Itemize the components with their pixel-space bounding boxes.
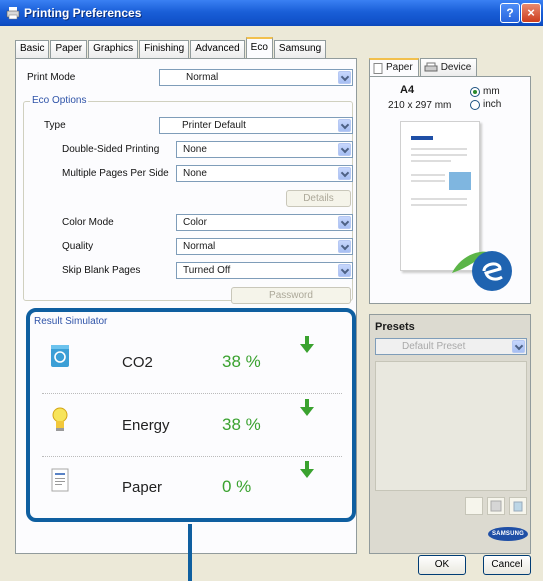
paper-dimensions: 210 x 297 mm (388, 100, 452, 111)
unit-mm-radio[interactable] (470, 87, 480, 97)
arrow-down-icon (300, 399, 314, 416)
tab-preview-device[interactable]: Device (419, 58, 478, 76)
paper-icon (373, 62, 383, 74)
paper-preview-panel: A4 210 x 297 mm mm inch (369, 76, 531, 304)
preview-tab-strip: Paper Device (369, 58, 478, 76)
unit-inch-radio[interactable] (470, 100, 480, 110)
printing-preferences-window: Printing Preferences ? × Basic Paper Gra… (0, 0, 543, 581)
color-mode-select[interactable]: Color (176, 214, 353, 231)
skip-blank-value: Turned Off (183, 265, 231, 276)
tab-eco[interactable]: Eco (245, 37, 273, 58)
paper-size: A4 (400, 84, 415, 96)
tab-preview-device-label: Device (440, 61, 472, 73)
skip-blank-label: Skip Blank Pages (62, 265, 141, 276)
result-simulator-title: Result Simulator (34, 316, 108, 327)
callout-pointer-line (188, 524, 192, 581)
simulator-row-paper: Paper 0 % (42, 459, 352, 519)
printer-icon (6, 7, 20, 20)
color-mode-value: Color (183, 217, 207, 228)
print-mode-select[interactable]: Normal (159, 69, 353, 86)
tab-paper[interactable]: Paper (50, 40, 88, 58)
preset-value: Default Preset (402, 341, 466, 352)
double-sided-value: None (183, 144, 207, 155)
eco-options-title: Eco Options (30, 95, 89, 106)
energy-value: 38 % (222, 415, 261, 434)
row-divider (42, 393, 342, 394)
printer-icon (424, 62, 438, 72)
skip-blank-select[interactable]: Turned Off (176, 262, 353, 279)
chevron-down-icon (338, 143, 351, 156)
arrow-down-icon (300, 461, 314, 478)
multiple-pages-label: Multiple Pages Per Side (62, 168, 169, 179)
chevron-down-icon (338, 71, 351, 84)
chevron-down-icon (512, 340, 525, 353)
double-sided-select[interactable]: None (176, 141, 353, 158)
energy-label: Energy (122, 417, 170, 434)
eco-leaf-logo-icon (452, 251, 512, 291)
unit-mm-label: mm (483, 86, 500, 97)
trash-icon (513, 501, 523, 512)
tab-advanced[interactable]: Advanced (190, 40, 245, 58)
password-button[interactable]: Password (231, 287, 351, 304)
tab-samsung[interactable]: Samsung (273, 40, 327, 58)
tab-preview-paper[interactable]: Paper (369, 58, 419, 76)
chevron-down-icon (338, 240, 351, 253)
new-preset-button[interactable] (465, 497, 483, 515)
arrow-down-icon (300, 336, 314, 353)
chevron-down-icon (338, 119, 351, 132)
recycle-bin-icon (51, 345, 69, 367)
samsung-logo: SAMSUNG (488, 527, 528, 541)
simulator-row-co2: CO2 38 % (42, 334, 352, 394)
close-button[interactable]: × (521, 3, 541, 23)
cancel-button[interactable]: Cancel (483, 555, 531, 575)
presets-list[interactable] (375, 361, 527, 491)
help-button[interactable]: ? (500, 3, 520, 23)
ok-button[interactable]: OK (418, 555, 466, 575)
paper-value: 0 % (222, 477, 252, 496)
paper-label: Paper (122, 479, 163, 496)
print-mode-label: Print Mode (27, 72, 76, 83)
presets-title: Presets (375, 321, 415, 333)
title-bar[interactable]: Printing Preferences ? × (0, 0, 543, 26)
multiple-pages-select[interactable]: None (176, 165, 353, 182)
window-title: Printing Preferences (24, 6, 142, 20)
unit-inch-label: inch (483, 99, 502, 110)
quality-select[interactable]: Normal (176, 238, 353, 255)
print-mode-value: Normal (186, 72, 219, 83)
chevron-down-icon (338, 167, 351, 180)
delete-preset-button[interactable] (509, 497, 527, 515)
type-select[interactable]: Printer Default (159, 117, 353, 134)
light-bulb-icon (52, 407, 68, 431)
chevron-down-icon (338, 264, 351, 277)
row-divider (42, 456, 342, 457)
color-mode-label: Color Mode (62, 217, 114, 228)
tab-basic[interactable]: Basic (15, 40, 50, 58)
co2-value: 38 % (222, 352, 261, 371)
tab-graphics[interactable]: Graphics (88, 40, 139, 58)
tab-strip: Basic Paper Graphics Finishing Advanced … (15, 37, 327, 58)
quality-value: Normal (183, 241, 216, 252)
simulator-row-energy: Energy 38 % (42, 397, 352, 457)
preset-select[interactable]: Default Preset (375, 338, 527, 355)
double-sided-label: Double-Sided Printing (62, 144, 160, 155)
save-preset-button[interactable] (487, 497, 505, 515)
save-icon (490, 500, 502, 512)
quality-label: Quality (62, 241, 94, 252)
type-label: Type (44, 120, 66, 131)
tab-finishing[interactable]: Finishing (139, 40, 190, 58)
tab-preview-paper-label: Paper (386, 62, 413, 73)
chevron-down-icon (338, 216, 351, 229)
presets-panel: Presets Default Preset SAMSUNG (369, 314, 531, 554)
details-button[interactable]: Details (286, 190, 351, 207)
multiple-pages-value: None (183, 168, 207, 179)
type-value: Printer Default (182, 120, 246, 131)
result-simulator-frame: Result Simulator CO2 38 % Energy 38 % Pa… (26, 308, 356, 522)
co2-label: CO2 (122, 354, 153, 371)
paper-document-icon (51, 468, 69, 492)
